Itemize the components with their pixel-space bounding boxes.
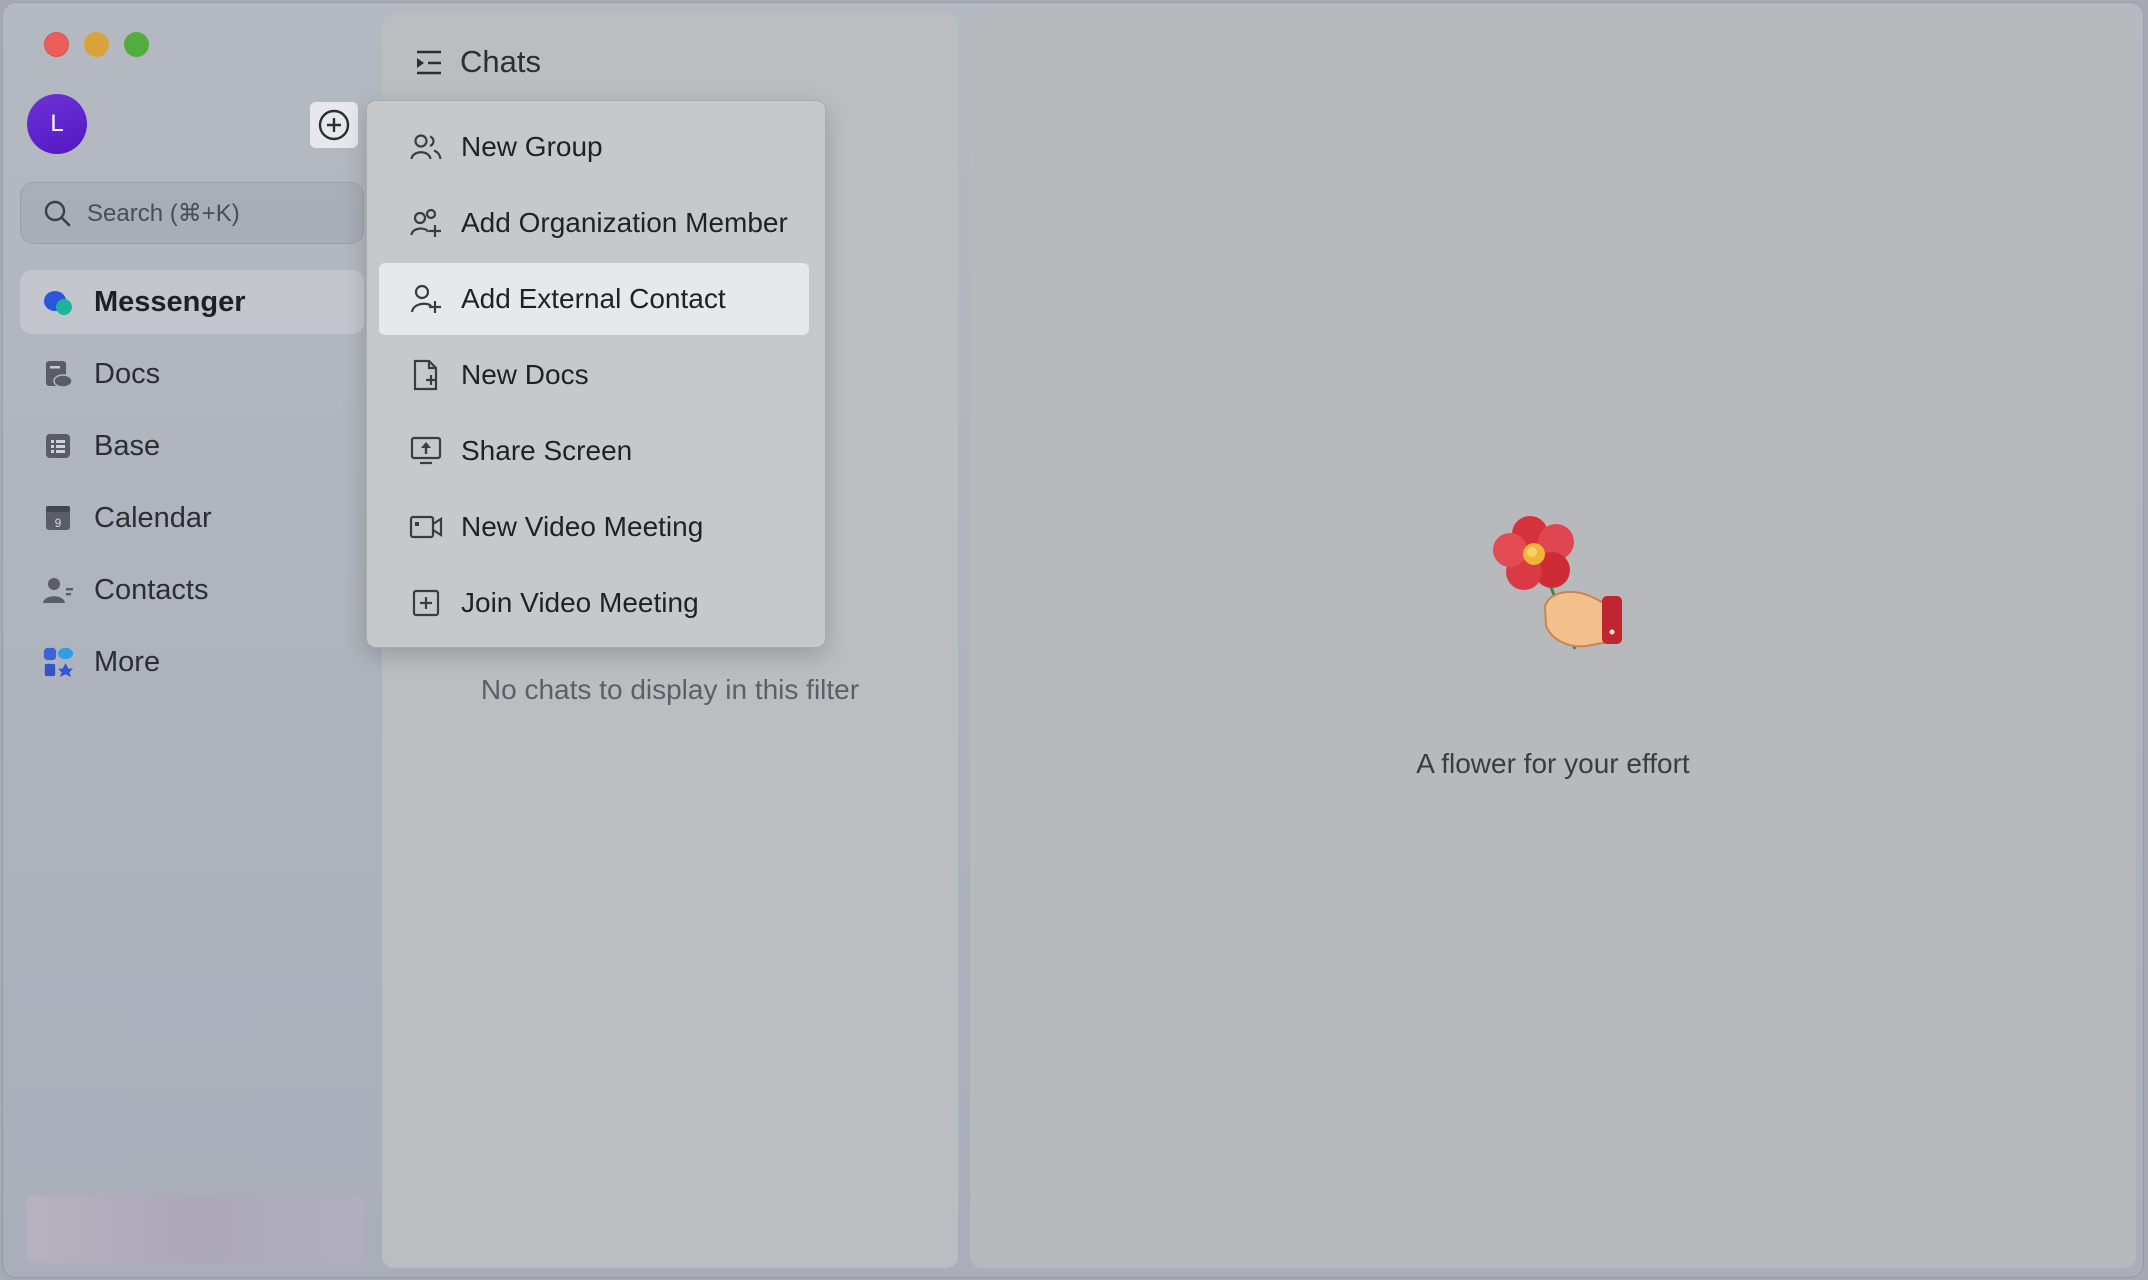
menu-item-new-docs[interactable]: New Docs [379,339,809,411]
avatar-initial: L [50,110,64,137]
sidebar-item-calendar[interactable]: 9 Calendar [20,486,364,550]
sidebar-item-label: Contacts [94,573,209,606]
add-org-member-icon [409,206,443,240]
sidebar-item-more[interactable]: More [20,630,364,694]
menu-item-label: New Group [461,131,603,162]
minimize-window-button[interactable] [84,32,109,57]
sidebar-item-messenger[interactable]: Messenger [20,270,364,334]
menu-item-new-group[interactable]: New Group [379,111,809,183]
messenger-icon [42,286,74,318]
sidebar-item-base[interactable]: Base [20,414,364,478]
sidebar-item-label: More [94,645,161,678]
video-camera-icon [409,510,443,544]
page-title: Chats [460,44,541,79]
menu-item-label: Join Video Meeting [461,587,699,618]
add-contact-icon [409,282,443,316]
search-icon [44,200,71,227]
menu-item-label: Share Screen [461,435,633,466]
chats-header: Chats [414,44,541,80]
group-icon [409,130,443,164]
search-placeholder: Search (⌘+K) [87,199,240,227]
menu-item-add-external-contact[interactable]: Add External Contact [379,263,809,335]
sidebar-item-label: Docs [94,357,161,390]
maximize-window-button[interactable] [124,32,149,57]
menu-item-new-video-meeting[interactable]: New Video Meeting [379,491,809,563]
contacts-icon [42,574,74,606]
detail-panel: A flower for your effort [970,14,2136,1268]
new-doc-icon [409,358,443,392]
menu-item-add-organization-member[interactable]: Add Organization Member [379,187,809,259]
empty-state-text: No chats to display in this filter [480,674,860,705]
search-input[interactable]: Search (⌘+K) [20,182,364,244]
base-icon [42,430,74,462]
calendar-icon: 9 [42,502,74,534]
create-new-button[interactable] [310,102,358,148]
menu-item-label: Add External Contact [461,283,726,314]
sidebar-item-contacts[interactable]: Contacts [20,558,364,622]
collapse-list-icon[interactable] [414,48,444,76]
menu-item-label: New Docs [461,359,589,390]
sidebar-item-label: Messenger [94,285,246,318]
empty-state-caption: A flower for your effort [1416,748,1690,779]
more-apps-icon [42,646,74,678]
calendar-badge: 9 [55,516,62,530]
sidebar-item-docs[interactable]: Docs [20,342,364,406]
share-screen-icon [409,434,443,468]
avatar[interactable]: L [27,94,87,154]
create-menu: New Group Add Organization Member Add Ex… [366,100,826,648]
join-meeting-icon [409,586,443,620]
menu-item-join-video-meeting[interactable]: Join Video Meeting [379,567,809,639]
sidebar-item-label: Base [94,429,161,462]
menu-item-label: Add Organization Member [461,207,788,238]
docs-icon [42,358,74,390]
flower-illustration-icon [1493,516,1622,650]
plus-circle-icon [318,109,350,141]
close-window-button[interactable] [44,32,69,57]
menu-item-label: New Video Meeting [461,511,704,542]
app-window: L Search (⌘+K) Messenger Docs Base 9 Cal… [2,2,2144,1278]
blurred-footer [26,1195,364,1263]
menu-item-share-screen[interactable]: Share Screen [379,415,809,487]
sidebar-item-label: Calendar [94,501,212,534]
